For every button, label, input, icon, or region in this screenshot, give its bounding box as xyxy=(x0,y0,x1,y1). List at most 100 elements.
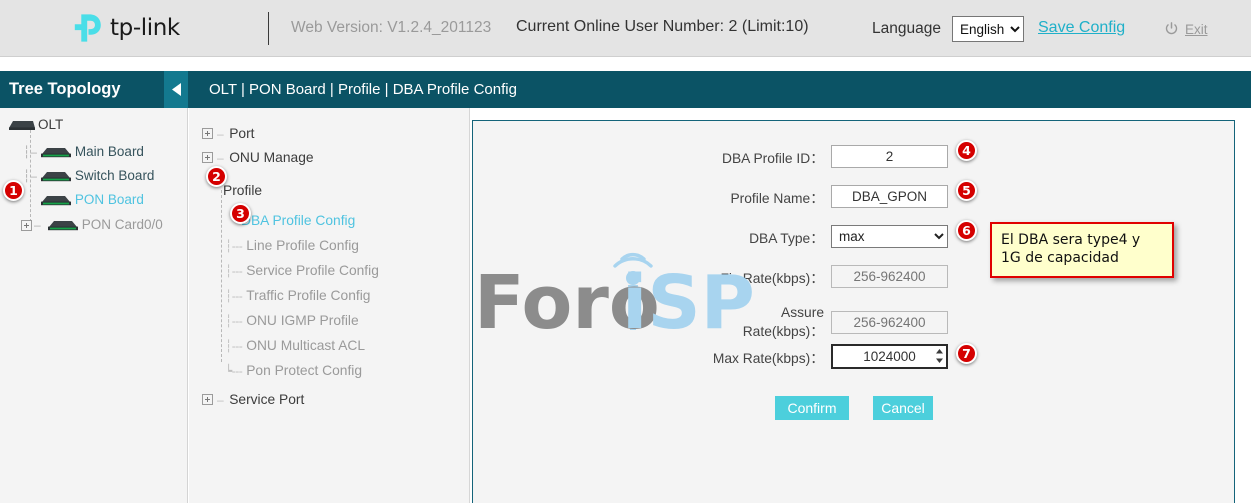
tree-node-label: OLT xyxy=(38,118,63,132)
nav-item-label: ONU IGMP Profile xyxy=(246,313,358,328)
fix-rate-input xyxy=(831,265,948,288)
language-select[interactable]: English xyxy=(952,16,1024,42)
nav-item-service-profile-config[interactable]: ┆--- Service Profile Config xyxy=(225,263,379,278)
field-row-dba-type: DBA Type： max xyxy=(700,225,948,248)
tree-branch-dash: ┆– xyxy=(23,169,37,183)
nav-item-label: DBA Profile Config xyxy=(241,213,355,228)
field-row-fix-rate: Fix Rate(kbps)： xyxy=(700,265,948,288)
tree-node-label: PON Board xyxy=(75,193,144,207)
field-row-max-rate: Max Rate(kbps)： xyxy=(700,344,948,369)
tplink-logo: tp-link xyxy=(72,12,180,44)
tplink-wordmark: tp-link xyxy=(110,15,180,41)
tree-node-label: Main Board xyxy=(75,145,144,159)
dba-type-select[interactable]: max xyxy=(831,225,948,248)
nav-branch-dash: – xyxy=(217,393,223,407)
nav-item-pon-protect-config[interactable]: ┕--- Pon Protect Config xyxy=(225,363,362,378)
max-rate-stepper[interactable] xyxy=(933,347,946,365)
nav-item-dba-profile-config[interactable]: DBA Profile Config xyxy=(241,213,355,228)
language-label: Language xyxy=(872,20,941,38)
dba-profile-id-input[interactable] xyxy=(831,145,948,168)
badge-marker-6: 6 xyxy=(956,220,977,241)
save-config-link[interactable]: Save Config xyxy=(1038,19,1125,37)
nav-item-line-profile-config[interactable]: ┆--- Line Profile Config xyxy=(225,238,359,253)
breadcrumb-bar: OLT | PON Board | Profile | DBA Profile … xyxy=(188,71,1251,108)
tree-node-label: Switch Board xyxy=(75,169,155,183)
nav-item-label: ONU Manage xyxy=(229,150,313,165)
device-icon xyxy=(46,218,80,232)
nav-branch-dash: ┆--- xyxy=(225,264,242,278)
nav-item-label: Traffic Profile Config xyxy=(246,288,370,303)
tree-node-pon-card[interactable]: – PON Card0/0 xyxy=(21,218,163,232)
tree-branch-dash: – xyxy=(34,218,41,232)
cancel-button[interactable]: Cancel xyxy=(873,396,933,420)
tree-node-pon-board[interactable]: ┆– PON Board xyxy=(23,193,144,207)
nav-tree-panel: – Port – ONU Manage Profile DBA Profile … xyxy=(189,108,470,503)
nav-item-port[interactable]: – Port xyxy=(202,126,255,141)
breadcrumb: OLT | PON Board | Profile | DBA Profile … xyxy=(209,81,517,98)
sidebar-collapse-button[interactable] xyxy=(164,71,188,108)
nav-branch-dash: ┕--- xyxy=(225,364,242,378)
expand-plus-icon[interactable] xyxy=(21,220,32,231)
stepper-arrows-icon xyxy=(935,348,944,364)
field-row-dba-profile-id: DBA Profile ID： xyxy=(700,145,948,168)
device-icon xyxy=(6,118,36,131)
nav-connector-line xyxy=(221,190,222,362)
expand-plus-icon[interactable] xyxy=(202,152,213,163)
nav-item-label: Pon Protect Config xyxy=(246,363,362,378)
assure-rate-input xyxy=(831,311,948,334)
device-icon xyxy=(39,193,73,207)
chevron-left-icon xyxy=(171,82,182,97)
dba-profile-id-label: DBA Profile ID： xyxy=(700,147,831,167)
nav-item-onu-multicast-acl[interactable]: ┆--- ONU Multicast ACL xyxy=(225,338,365,353)
tree-topology-sidebar: Tree Topology OLT ┆– Main Board xyxy=(0,71,188,503)
field-row-profile-name: Profile Name： xyxy=(700,185,948,208)
tree-topology-title: Tree Topology xyxy=(9,80,121,99)
device-icon xyxy=(39,169,73,183)
expand-plus-icon[interactable] xyxy=(202,128,213,139)
nav-branch-dash: ┆--- xyxy=(225,339,242,353)
nav-item-profile[interactable]: Profile xyxy=(223,183,262,198)
nav-branch-dash: – xyxy=(217,127,223,141)
dba-type-label: DBA Type： xyxy=(700,227,831,247)
tree-node-switch-board[interactable]: ┆– Switch Board xyxy=(23,169,154,183)
exit-link[interactable]: Exit xyxy=(1185,22,1208,37)
nav-item-label: ONU Multicast ACL xyxy=(246,338,365,353)
profile-name-input[interactable] xyxy=(831,185,948,208)
tplink-mark-icon xyxy=(72,12,104,44)
web-version-text: Web Version: V1.2.4_201123 xyxy=(291,19,491,37)
nav-item-label: Service Port xyxy=(229,392,304,407)
badge-marker-3: 3 xyxy=(230,203,251,224)
nav-item-label: Service Profile Config xyxy=(246,263,379,278)
badge-marker-1: 1 xyxy=(3,180,24,201)
badge-marker-4: 4 xyxy=(956,140,977,161)
confirm-button[interactable]: Confirm xyxy=(775,396,849,420)
badge-marker-5: 5 xyxy=(956,180,977,201)
max-rate-label: Max Rate(kbps)： xyxy=(700,347,831,367)
power-icon[interactable] xyxy=(1164,21,1179,36)
device-icon xyxy=(39,145,73,159)
fix-rate-label: Fix Rate(kbps)： xyxy=(700,267,831,287)
nav-item-service-port[interactable]: – Service Port xyxy=(202,392,304,407)
nav-item-onu-manage[interactable]: – ONU Manage xyxy=(202,150,314,165)
nav-branch-dash: – xyxy=(217,151,223,165)
nav-item-onu-igmp-profile[interactable]: ┆--- ONU IGMP Profile xyxy=(225,313,359,328)
profile-name-label: Profile Name： xyxy=(700,187,831,207)
badge-marker-2: 2 xyxy=(206,166,227,187)
header-divider xyxy=(268,12,269,45)
expand-plus-icon[interactable] xyxy=(202,394,213,405)
tree-node-main-board[interactable]: ┆– Main Board xyxy=(23,145,144,159)
assure-rate-label: Assure Rate(kbps)： xyxy=(700,305,831,340)
nav-item-label: Profile xyxy=(223,183,262,198)
nav-branch-dash: ┆--- xyxy=(225,314,242,328)
tree-branch-dash: ┆– xyxy=(23,145,37,159)
annotation-callout: El DBA sera type4 y 1G de capacidad xyxy=(990,222,1174,278)
max-rate-input[interactable] xyxy=(831,344,948,369)
tree-topology-header: Tree Topology xyxy=(0,71,188,108)
tree-node-label: PON Card0/0 xyxy=(82,218,163,232)
badge-marker-7: 7 xyxy=(956,343,977,364)
top-header-bar: tp-link Web Version: V1.2.4_201123 Curre… xyxy=(0,0,1251,57)
nav-item-traffic-profile-config[interactable]: ┆--- Traffic Profile Config xyxy=(225,288,370,303)
field-row-assure-rate: Assure Rate(kbps)： xyxy=(700,305,948,340)
nav-branch-dash: ┆--- xyxy=(225,289,242,303)
tree-node-olt[interactable]: OLT xyxy=(6,118,63,132)
